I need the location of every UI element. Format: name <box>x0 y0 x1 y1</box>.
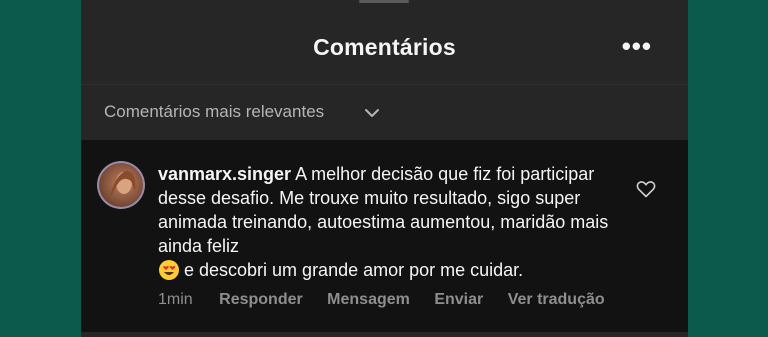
heart-outline-icon[interactable] <box>636 180 656 198</box>
comment-username[interactable]: vanmarx.singer <box>158 164 291 184</box>
sort-label: Comentários mais relevantes <box>104 102 325 121</box>
see-translation-button[interactable]: Ver tradução <box>508 291 605 308</box>
drag-handle[interactable] <box>359 0 409 3</box>
heart-eyes-emoji-icon <box>159 260 179 280</box>
comment-item: vanmarx.singer A melhor decisão que fiz … <box>81 140 688 332</box>
avatar[interactable] <box>97 161 145 209</box>
comments-sheet: Comentários ••• Comentários mais relevan… <box>81 0 688 337</box>
send-button[interactable]: Enviar <box>434 291 483 308</box>
comment-body-end: e descobri um grande amor por me cuidar. <box>184 260 524 280</box>
bottom-divider <box>81 332 688 337</box>
chevron-down-icon <box>365 109 379 117</box>
page-title: Comentários <box>313 34 456 60</box>
comment-text: vanmarx.singer A melhor decisão que fiz … <box>158 162 628 282</box>
comment-actions: 1min Responder Mensagem Enviar Ver tradu… <box>158 291 625 309</box>
message-button[interactable]: Mensagem <box>327 291 410 308</box>
comment-timestamp: 1min <box>158 291 193 308</box>
more-options-icon[interactable]: ••• <box>622 33 652 59</box>
sort-selector[interactable]: Comentários mais relevantes <box>81 84 688 141</box>
sheet-header: Comentários ••• <box>81 0 688 84</box>
reply-button[interactable]: Responder <box>219 291 303 308</box>
